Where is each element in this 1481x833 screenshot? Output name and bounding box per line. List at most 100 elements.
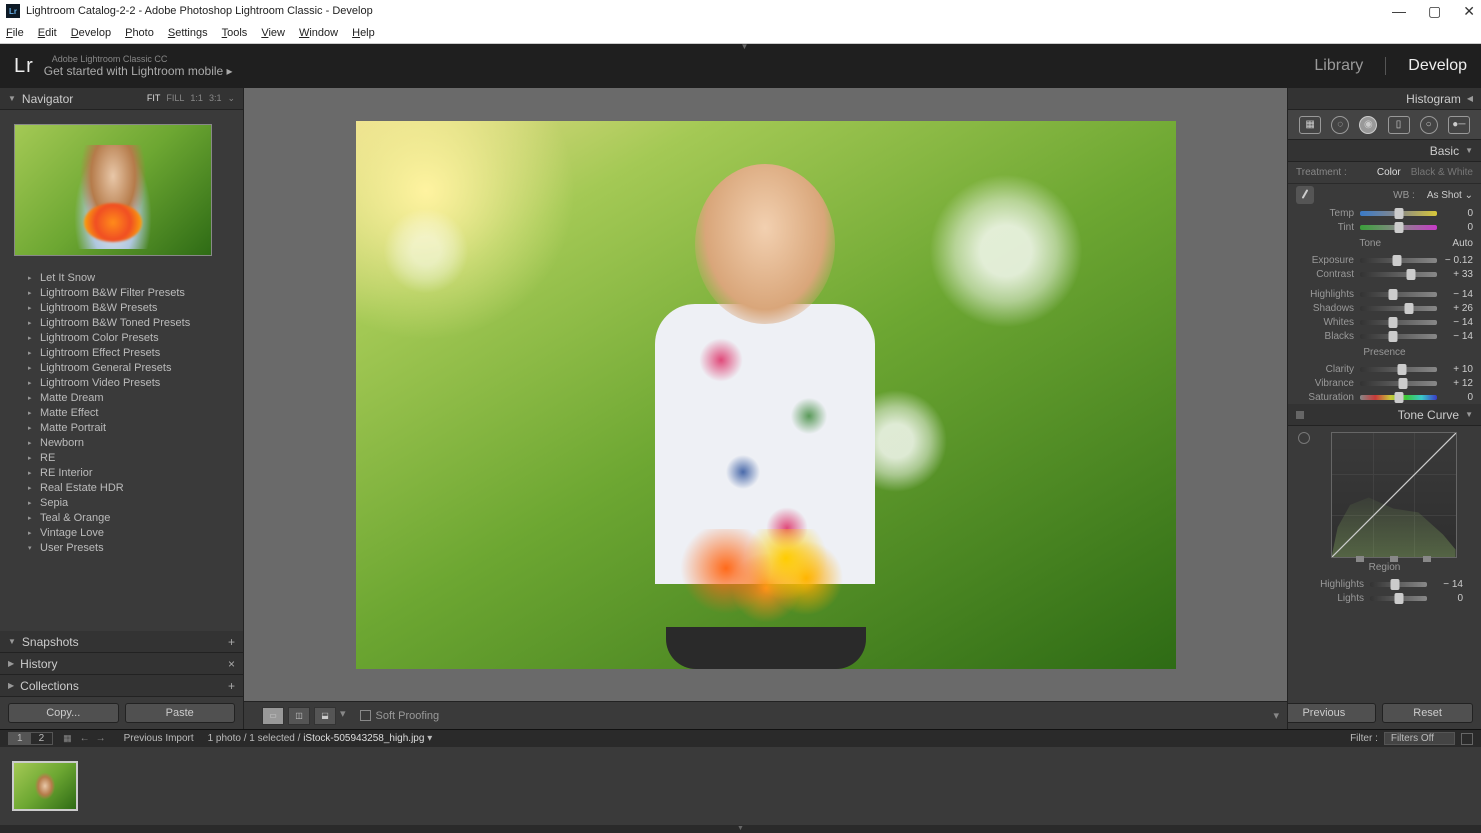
crop-tool[interactable]: ▦: [1299, 116, 1321, 134]
preset-folder[interactable]: User Presets: [0, 540, 243, 555]
preset-folder[interactable]: RE Interior: [0, 465, 243, 480]
slider-value[interactable]: − 14: [1433, 579, 1463, 590]
copy-button[interactable]: Copy...: [8, 703, 119, 723]
slider-track[interactable]: [1360, 320, 1437, 325]
slider-saturation[interactable]: Saturation0: [1288, 390, 1481, 404]
menu-file[interactable]: File: [6, 27, 24, 39]
menu-settings[interactable]: Settings: [168, 27, 208, 39]
reset-button[interactable]: Reset: [1382, 703, 1473, 723]
slider-value[interactable]: 0: [1443, 222, 1473, 233]
filter-lock-icon[interactable]: [1461, 733, 1473, 745]
slider-whites[interactable]: Whites− 14: [1288, 315, 1481, 329]
toolbar-menu-icon[interactable]: ▾: [1273, 709, 1279, 722]
menu-photo[interactable]: Photo: [125, 27, 154, 39]
spot-tool[interactable]: ◌: [1331, 116, 1349, 134]
redeye-tool[interactable]: ◉: [1359, 116, 1377, 134]
radial-filter-tool[interactable]: ○: [1420, 116, 1438, 134]
snapshots-header[interactable]: ▼ Snapshots +: [0, 631, 243, 653]
slider-track[interactable]: [1360, 272, 1437, 277]
preset-folder[interactable]: Newborn: [0, 435, 243, 450]
history-header[interactable]: ▶ History ×: [0, 653, 243, 675]
zoom-3to1[interactable]: 3:1: [209, 93, 222, 104]
slider-track[interactable]: [1360, 258, 1437, 263]
slider-value[interactable]: − 14: [1443, 289, 1473, 300]
clear-history-button[interactable]: ×: [228, 657, 235, 671]
preset-folder[interactable]: Lightroom B&W Filter Presets: [0, 285, 243, 300]
preset-folder[interactable]: Matte Effect: [0, 405, 243, 420]
slider-track[interactable]: [1360, 395, 1437, 400]
slider-value[interactable]: + 10: [1443, 364, 1473, 375]
add-snapshot-button[interactable]: +: [228, 635, 235, 649]
slider-track[interactable]: [1360, 334, 1437, 339]
preset-folder[interactable]: Lightroom B&W Presets: [0, 300, 243, 315]
preset-folder[interactable]: Real Estate HDR: [0, 480, 243, 495]
slider-value[interactable]: − 14: [1443, 317, 1473, 328]
maximize-button[interactable]: ▢: [1428, 3, 1441, 20]
module-library[interactable]: Library: [1314, 57, 1363, 75]
preset-folder[interactable]: Matte Dream: [0, 390, 243, 405]
tonecurve-header[interactable]: Tone Curve ▼: [1288, 404, 1481, 426]
filter-dropdown[interactable]: Filters Off: [1384, 732, 1455, 745]
preset-folder[interactable]: Matte Portrait: [0, 420, 243, 435]
minimize-button[interactable]: —: [1392, 3, 1406, 20]
module-develop[interactable]: Develop: [1408, 57, 1467, 75]
slider-track[interactable]: [1360, 367, 1437, 372]
add-collection-button[interactable]: +: [228, 679, 235, 693]
curve-target-icon[interactable]: [1298, 432, 1310, 444]
nav-back-icon[interactable]: ←: [80, 733, 90, 744]
histogram-header[interactable]: Histogram ◀: [1288, 88, 1481, 110]
menu-tools[interactable]: Tools: [222, 27, 248, 39]
auto-tone-button[interactable]: Auto: [1452, 238, 1473, 249]
filmstrip[interactable]: [0, 747, 1481, 825]
loupe-view-button[interactable]: ▭: [262, 707, 284, 725]
preset-folder[interactable]: Lightroom B&W Toned Presets: [0, 315, 243, 330]
slider-value[interactable]: + 33: [1443, 269, 1473, 280]
slider-track[interactable]: [1360, 211, 1437, 216]
view-dropdown-icon[interactable]: ▾: [340, 707, 346, 725]
slider-shadows[interactable]: Shadows+ 26: [1288, 301, 1481, 315]
grid-icon[interactable]: ▦: [63, 733, 72, 744]
slider-contrast[interactable]: Contrast+ 33: [1288, 267, 1481, 281]
menu-view[interactable]: View: [261, 27, 285, 39]
nav-fwd-icon[interactable]: →: [96, 733, 106, 744]
menu-edit[interactable]: Edit: [38, 27, 57, 39]
before-after-tb-button[interactable]: ⬓: [314, 707, 336, 725]
slider-value[interactable]: − 14: [1443, 331, 1473, 342]
slider-value[interactable]: + 26: [1443, 303, 1473, 314]
wb-eyedropper-icon[interactable]: [1296, 186, 1314, 204]
tone-curve-graph[interactable]: [1331, 432, 1457, 558]
basic-header[interactable]: Basic ▼: [1288, 140, 1481, 162]
paste-button[interactable]: Paste: [125, 703, 236, 723]
before-after-lr-button[interactable]: ◫: [288, 707, 310, 725]
zoom-menu-icon[interactable]: ⌄: [227, 93, 235, 104]
menu-help[interactable]: Help: [352, 27, 375, 39]
slider-track[interactable]: [1360, 292, 1437, 297]
collections-header[interactable]: ▶ Collections +: [0, 675, 243, 697]
preset-folder[interactable]: RE: [0, 450, 243, 465]
preset-folder[interactable]: Lightroom Video Presets: [0, 375, 243, 390]
grad-filter-tool[interactable]: ▯: [1388, 116, 1410, 134]
source-label[interactable]: Previous Import: [124, 733, 194, 744]
preset-folder[interactable]: Lightroom Effect Presets: [0, 345, 243, 360]
navigator-header[interactable]: ▼ Navigator FIT FILL 1:1 3:1 ⌄: [0, 88, 243, 110]
preset-folder[interactable]: Lightroom General Presets: [0, 360, 243, 375]
file-menu-icon[interactable]: ▾: [427, 733, 432, 744]
slider-temp[interactable]: Temp0: [1288, 206, 1481, 220]
wb-value[interactable]: As Shot ⌄: [1427, 190, 1473, 201]
slider-exposure[interactable]: Exposure− 0.12: [1288, 253, 1481, 267]
slider-highlights[interactable]: Highlights− 14: [1298, 577, 1471, 591]
main-photo[interactable]: [356, 121, 1176, 669]
close-button[interactable]: ✕: [1463, 3, 1475, 20]
slider-blacks[interactable]: Blacks− 14: [1288, 329, 1481, 343]
identity-sub2[interactable]: Get started with Lightroom mobile ▸: [44, 64, 233, 78]
zoom-1to1[interactable]: 1:1: [190, 93, 203, 104]
filmstrip-toggle[interactable]: ▼: [0, 825, 1481, 833]
treatment-bw[interactable]: Black & White: [1411, 167, 1473, 178]
navigator-preview[interactable]: [0, 110, 243, 270]
menu-window[interactable]: Window: [299, 27, 338, 39]
soft-proof-checkbox[interactable]: [360, 710, 371, 721]
top-panel-toggle-icon[interactable]: ▼: [741, 42, 749, 51]
preset-folder[interactable]: Let It Snow: [0, 270, 243, 285]
slider-value[interactable]: + 12: [1443, 378, 1473, 389]
preset-folder[interactable]: Vintage Love: [0, 525, 243, 540]
